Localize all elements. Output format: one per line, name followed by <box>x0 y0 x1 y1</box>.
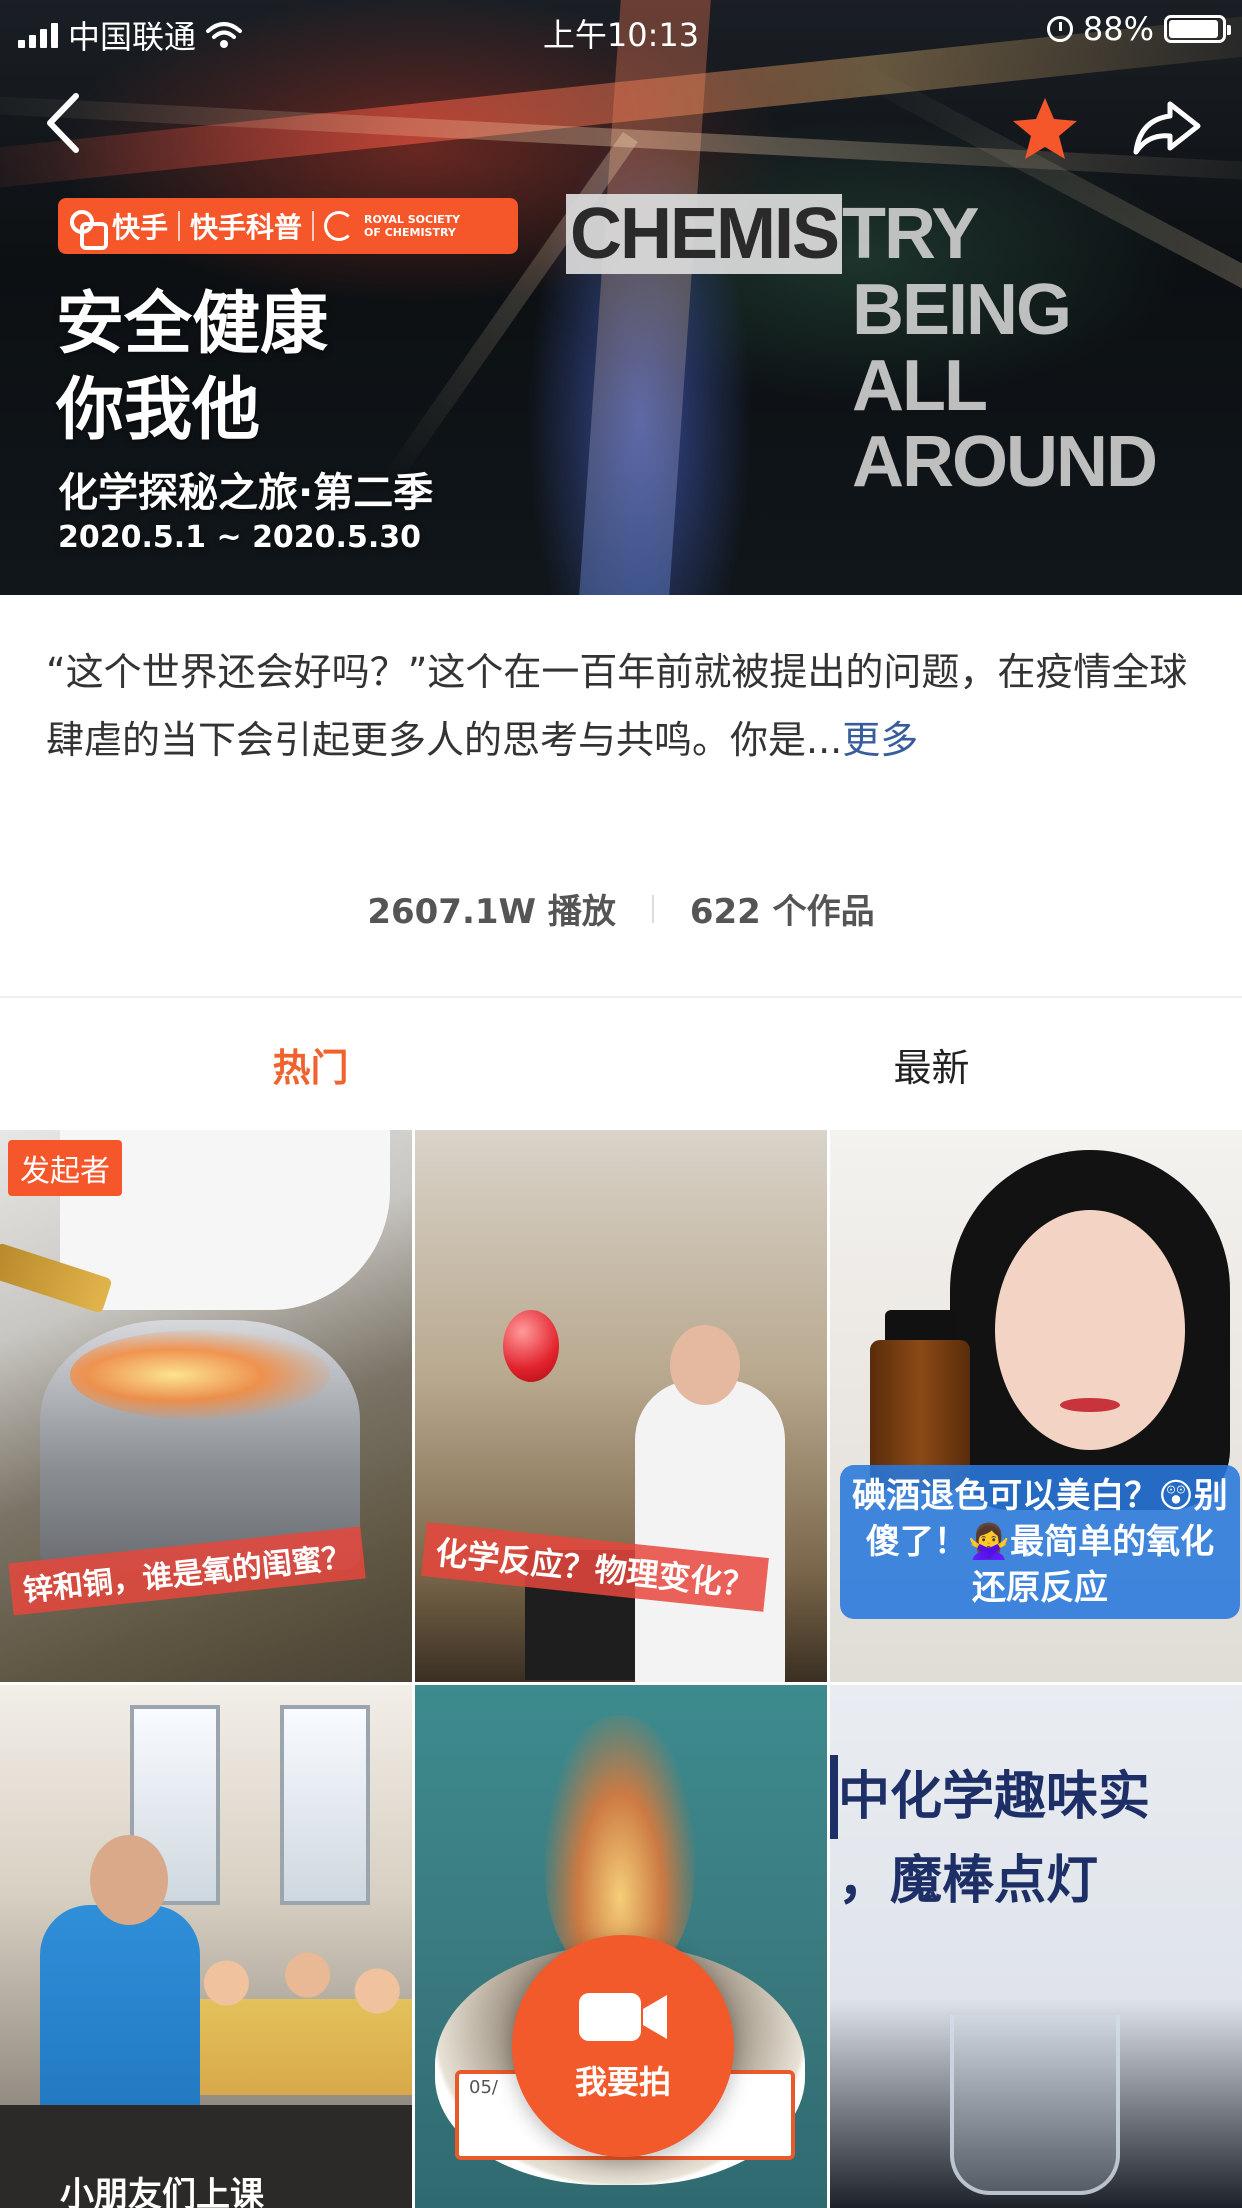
thumbnail-art <box>70 1330 330 1420</box>
thumbnail-art <box>503 1310 559 1382</box>
brand-bar: 快手 快手科普 ROYAL SOCIETY OF CHEMISTRY <box>58 198 518 254</box>
share-arrow-icon[interactable] <box>1130 98 1202 158</box>
battery-percent: 88% <box>1082 10 1154 48</box>
work-count: 622 个作品 <box>689 892 875 932</box>
video-card[interactable]: 化学反应？物理变化？ <box>415 1130 827 1682</box>
thumbnail-art <box>1060 1398 1120 1412</box>
banner-english-slogan: CHEMISTRY BEING ALL AROUND <box>566 194 1158 500</box>
initiator-badge: 发起者 <box>8 1140 122 1196</box>
video-card[interactable]: 中化学趣味实 ，魔棒点灯 <box>830 1685 1242 2208</box>
topic-banner: 中国联通 上午10:13 88% 快手 快手科普 ROYAL SOCIETY O… <box>0 0 1242 595</box>
tab-hot[interactable]: 热门 <box>0 998 621 1130</box>
topic-stats: 2607.1W 播放 622 个作品 <box>0 884 1242 933</box>
banner-subtitle: 化学探秘之旅·第二季 <box>58 470 434 516</box>
record-label: 我要拍 <box>574 2063 671 2101</box>
brand-kuaishou: 快手 <box>112 211 169 244</box>
tab-latest[interactable]: 最新 <box>621 998 1242 1130</box>
thumbnail-art <box>995 1210 1185 1450</box>
play-count: 2607.1W 播放 <box>367 892 616 932</box>
more-link[interactable]: 更多 <box>842 718 918 762</box>
stats-divider <box>651 894 654 923</box>
thumbnail-art <box>950 2015 1120 2195</box>
video-caption: 小朋友们上课 <box>60 2175 264 2208</box>
thumbnail-art <box>635 1380 785 1682</box>
record-button[interactable]: 我要拍 <box>512 1935 734 2157</box>
brand-divider <box>312 211 315 241</box>
brand-divider <box>178 211 181 241</box>
thumbnail-art <box>180 1935 412 2095</box>
status-bar: 中国联通 上午10:13 88% <box>0 0 1242 62</box>
video-card[interactable]: 发起者 锌和铜，谁是氧的闺蜜？ <box>0 1130 412 1682</box>
video-caption: 中化学趣味实 ，魔棒点灯 <box>830 1755 1242 1923</box>
note-date: 05/ <box>469 2077 498 2098</box>
topic-description: “这个世界还会好吗？”这个在一百年前就被提出的问题，在疫情全球肆虐的当下会引起更… <box>46 638 1206 774</box>
kuaishou-logo-icon <box>70 210 108 250</box>
battery-icon <box>1164 15 1231 43</box>
banner-title: 安全健康 你我他 <box>56 285 329 450</box>
video-card[interactable]: 小朋友们上课 <box>0 1685 412 2208</box>
alarm-icon <box>1046 16 1073 42</box>
video-caption: 碘酒退色可以美白？😲别傻了！🙅‍♀️最简单的氧化还原反应 <box>840 1465 1240 1619</box>
star-icon[interactable] <box>1010 94 1080 164</box>
rsc-name: ROYAL SOCIETY OF CHEMISTRY <box>364 213 461 239</box>
thumbnail-art <box>90 1835 168 1925</box>
brand-science: 快手科普 <box>190 211 303 244</box>
video-card[interactable]: 碘酒退色可以美白？😲别傻了！🙅‍♀️最简单的氧化还原反应 <box>830 1130 1242 1682</box>
description-text: “这个世界还会好吗？”这个在一百年前就被提出的问题，在疫情全球肆虐的当下会引起更… <box>46 650 1188 762</box>
battery-level <box>1169 20 1219 38</box>
thumbnail-art <box>280 1705 370 1905</box>
video-camera-icon <box>579 1993 667 2041</box>
rsc-logo-icon <box>324 211 355 241</box>
banner-date-range: 2020.5.1 ~ 2020.5.30 <box>58 520 421 555</box>
thumbnail-art <box>670 1325 740 1405</box>
tab-bar: 热门 最新 <box>0 998 1242 1130</box>
chevron-left-icon[interactable] <box>36 88 96 158</box>
